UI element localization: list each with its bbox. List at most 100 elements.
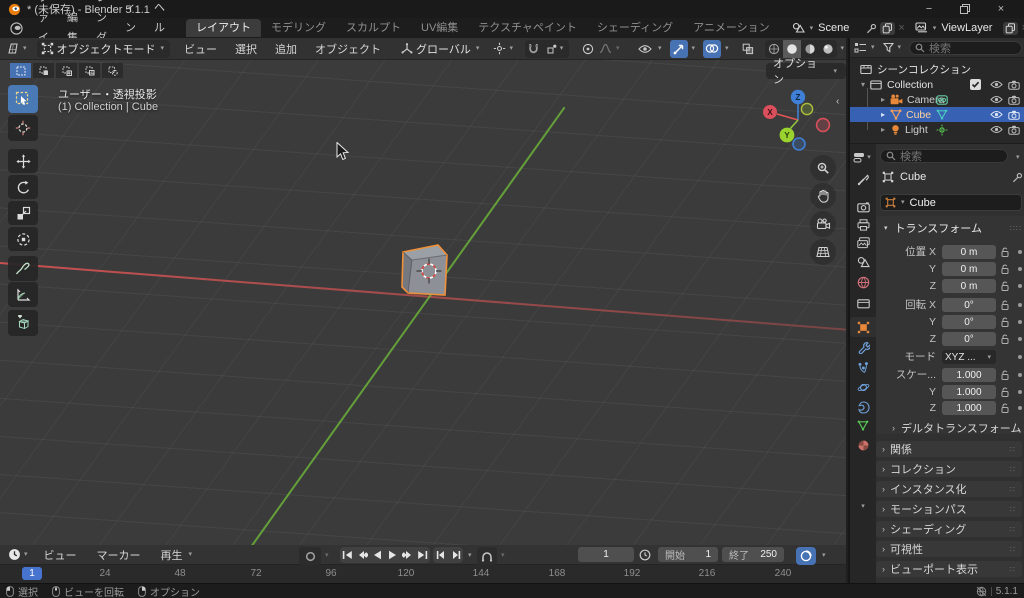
current-frame-field[interactable]: 1	[578, 547, 634, 562]
panel-grip-icon[interactable]: ∷	[1010, 505, 1016, 514]
section-visibility[interactable]: › 可視性 ∷	[876, 541, 1022, 557]
workspace-tab-layout[interactable]: レイアウト	[186, 19, 261, 37]
proportional-toggle-icon[interactable]	[579, 40, 597, 58]
visibility-toggles-icon[interactable]	[636, 40, 654, 58]
lock-icon[interactable]	[1000, 332, 1010, 346]
animate-dot[interactable]	[1018, 320, 1022, 324]
section-viewport-display[interactable]: › ビューポート表示 ∷	[876, 561, 1022, 577]
falloff-curve-icon[interactable]	[599, 43, 612, 54]
select-mode-extend[interactable]	[56, 63, 77, 78]
properties-editor-selector[interactable]: ▾	[850, 147, 876, 167]
animate-dot[interactable]	[1018, 267, 1022, 271]
checkbox-checked-icon[interactable]	[970, 79, 981, 90]
tab-render[interactable]	[850, 197, 876, 217]
rot-y-field[interactable]: 0°	[942, 315, 996, 329]
jump-to-start-button[interactable]	[340, 547, 355, 563]
prev-keyframe-button[interactable]	[355, 547, 370, 563]
select-mode-subtract[interactable]	[79, 63, 100, 78]
tool-annotate[interactable]	[8, 256, 38, 281]
select-mode-intersect[interactable]	[102, 63, 123, 78]
new-viewlayer-button[interactable]	[1003, 21, 1019, 35]
gizmos-toggle[interactable]	[669, 39, 688, 58]
lock-icon[interactable]	[1000, 401, 1010, 415]
timeline-menu-marker[interactable]: マーカー	[97, 547, 141, 563]
transform-panel-header[interactable]: ▾ トランスフォーム ∷∷	[882, 220, 1022, 236]
workspace-tab-texpaint[interactable]: テクスチャペイント	[468, 19, 587, 37]
snap-toggle[interactable]	[525, 40, 543, 58]
timeline-menu-playback[interactable]: 再生 ▾	[161, 547, 195, 563]
eye-icon[interactable]	[990, 95, 1003, 104]
tool-cursor[interactable]	[8, 115, 38, 141]
panel-grip-icon[interactable]: ∷	[1010, 545, 1016, 554]
select-mode-new[interactable]	[33, 63, 54, 78]
render-visibility-icon[interactable]	[1008, 80, 1020, 90]
loc-x-field[interactable]: 0 m	[942, 245, 996, 259]
render-visibility-icon[interactable]	[1008, 110, 1020, 120]
animate-dot[interactable]	[1018, 355, 1022, 359]
pan-hand-button[interactable]	[810, 183, 836, 209]
lock-icon[interactable]	[1000, 368, 1010, 382]
next-keyframe-button[interactable]	[400, 547, 415, 563]
tab-world[interactable]	[850, 272, 876, 292]
preview-range-toggle[interactable]	[477, 547, 497, 565]
animate-dot[interactable]	[1018, 284, 1022, 288]
workspace-tab-sculpt[interactable]: スカルプト	[336, 19, 411, 37]
tab-physics[interactable]	[850, 377, 876, 397]
menu-select[interactable]: 選択	[235, 41, 257, 57]
frame-start-field[interactable]: 開始 1	[658, 547, 718, 562]
timeline-editor-selector[interactable]: ▾	[8, 548, 30, 561]
tab-object-active[interactable]	[850, 317, 876, 337]
expand-chevron-icon[interactable]: ▾	[858, 80, 868, 89]
outliner-row-collection[interactable]: ▾ Collection	[850, 77, 1024, 92]
animate-dot[interactable]	[1018, 373, 1022, 377]
outliner-row-light[interactable]: ▸ Light	[850, 122, 1024, 137]
scale-z-field[interactable]: 1.000	[942, 401, 996, 415]
expand-chevron-icon[interactable]: ▸	[878, 110, 888, 119]
menu-object[interactable]: オブジェクト	[315, 41, 381, 57]
tool-rotate[interactable]	[8, 175, 38, 199]
scene-selector[interactable]: ▾ Scene ×	[792, 21, 905, 35]
keying-set-button[interactable]	[796, 547, 816, 565]
section-collections[interactable]: › コレクション ∷	[876, 461, 1022, 477]
panel-grip-icon[interactable]: ∷∷	[1010, 224, 1022, 233]
lock-icon[interactable]	[1000, 385, 1010, 399]
lock-icon[interactable]	[1000, 298, 1010, 312]
animate-dot[interactable]	[1018, 406, 1022, 410]
properties-search-input[interactable]: 検索	[880, 149, 1008, 163]
tool-transform[interactable]	[8, 227, 38, 251]
editor-type-selector[interactable]: ▾	[6, 42, 29, 55]
tool-scale[interactable]	[8, 201, 38, 225]
animate-dot[interactable]	[1018, 337, 1022, 341]
tab-scene[interactable]	[850, 252, 876, 272]
expand-chevron-icon[interactable]: ▸	[878, 95, 888, 104]
viewlayer-selector[interactable]: ▾ ViewLayer ×	[915, 21, 1024, 35]
play-button[interactable]	[385, 547, 400, 563]
delta-transform-subpanel[interactable]: › デルタトランスフォーム	[892, 420, 1021, 436]
workspace-tab-shading[interactable]: シェーディング	[587, 19, 683, 37]
section-relations[interactable]: › 関係 ∷	[876, 441, 1022, 457]
outliner-search-input[interactable]: 検索	[909, 40, 1022, 55]
tab-output[interactable]	[850, 215, 876, 235]
outliner-row-cube-selected[interactable]: ▸ Cube	[850, 107, 1024, 122]
panel-grip-icon[interactable]: ∷	[1010, 485, 1016, 494]
new-scene-button[interactable]	[880, 21, 896, 35]
filter-chevron-icon[interactable]: ▾	[1014, 154, 1022, 161]
workspace-tab-uv[interactable]: UV編集	[411, 19, 468, 37]
object-name-field[interactable]: ▾ Cube	[880, 194, 1022, 211]
pivot-point-selector[interactable]: ▾	[493, 42, 515, 55]
current-frame-badge[interactable]: 1	[22, 567, 42, 580]
pin-icon[interactable]	[866, 23, 877, 34]
rot-x-field[interactable]: 0°	[942, 298, 996, 312]
tool-select-box[interactable]	[8, 85, 38, 113]
animate-dot[interactable]	[1018, 303, 1022, 307]
panel-grip-icon[interactable]: ∷	[1010, 445, 1016, 454]
pin-icon[interactable]	[1012, 172, 1023, 183]
outliner-filter-icon[interactable]	[882, 42, 894, 53]
render-visibility-icon[interactable]	[1008, 95, 1020, 105]
tab-material[interactable]	[850, 435, 876, 455]
lock-icon[interactable]	[1000, 279, 1010, 293]
viewport-3d[interactable]: ▾ オブジェクトモード ▾ ビュー 選択 追加 オブジェクト グローバル ▾ ▾…	[0, 38, 846, 545]
section-instancing[interactable]: › インスタンス化 ∷	[876, 481, 1022, 497]
expand-chevron-icon[interactable]: ▸	[878, 125, 888, 134]
tab-strip-overflow-icon[interactable]: ▾	[850, 496, 876, 516]
